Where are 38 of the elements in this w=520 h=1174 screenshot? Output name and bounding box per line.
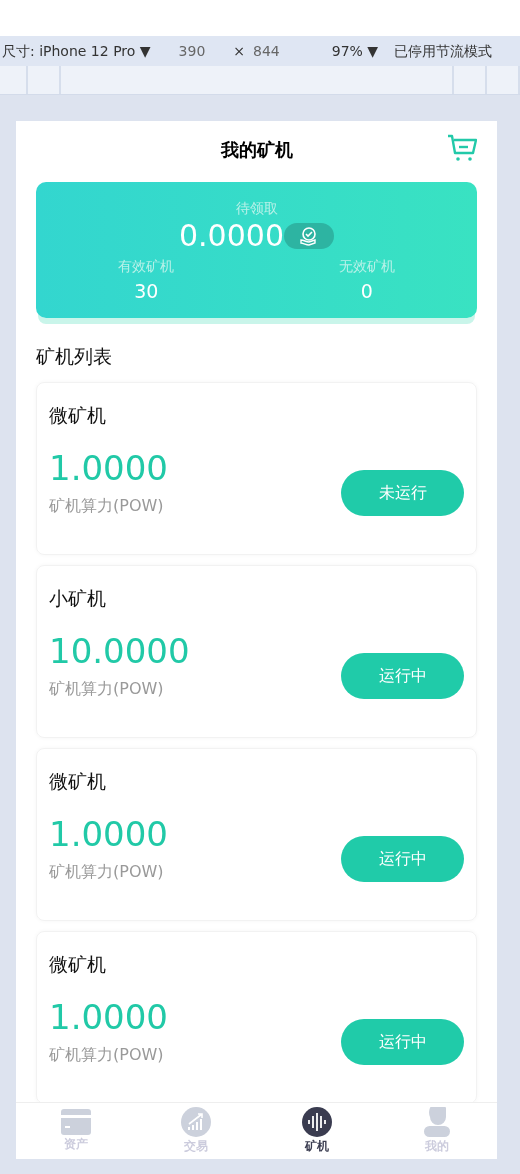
miner-name: 微矿机: [49, 952, 107, 977]
stat-label: 有效矿机: [117, 257, 176, 276]
status-button[interactable]: 运行中: [341, 1018, 464, 1065]
status-button[interactable]: 未运行: [341, 469, 464, 516]
claim-button[interactable]: [284, 222, 334, 249]
stat-label: 无效矿机: [337, 257, 396, 276]
height-field[interactable]: 844: [249, 38, 284, 64]
pending-amount: 0.0000: [179, 219, 284, 252]
section-title: 矿机列表: [36, 343, 113, 369]
hashrate-value: 1.0000: [49, 813, 168, 855]
zoom-dropdown[interactable]: 97% ▼: [331, 40, 379, 62]
miner-name: 微矿机: [49, 769, 107, 794]
pending-label: 待领取: [234, 199, 279, 218]
stat-value: 0: [359, 279, 374, 304]
hashrate-label: 矿机算力(POW): [49, 1044, 165, 1067]
hashrate-value: 1.0000: [49, 447, 168, 489]
tab-item[interactable]: 矿机: [256, 1103, 377, 1159]
card-icon: [61, 1109, 92, 1135]
status-button[interactable]: 运行中: [341, 652, 464, 699]
miner-name: 微矿机: [49, 403, 107, 428]
cart-icon[interactable]: [447, 134, 477, 162]
device-dropdown[interactable]: 尺寸: iPhone 12 Pro ▼: [2, 40, 151, 62]
hand-check-icon: [299, 225, 319, 246]
miner-name: 小矿机: [49, 586, 107, 611]
width-field[interactable]: 390: [174, 38, 210, 64]
chart-icon: [181, 1107, 212, 1137]
hashrate-label: 矿机算力(POW): [49, 861, 165, 884]
times-sign: ×: [233, 41, 246, 61]
person-icon: [423, 1107, 450, 1137]
stat-value: 30: [133, 279, 160, 304]
hashrate-label: 矿机算力(POW): [49, 495, 165, 518]
waveform-icon: [301, 1107, 332, 1137]
hashrate-value: 1.0000: [49, 996, 168, 1038]
page-title: 我的矿机: [220, 137, 293, 162]
throttling-dropdown[interactable]: 已停用节流模式: [394, 40, 493, 62]
hashrate-value: 10.0000: [49, 630, 190, 672]
hashrate-label: 矿机算力(POW): [49, 678, 165, 701]
status-button[interactable]: 运行中: [341, 835, 464, 882]
